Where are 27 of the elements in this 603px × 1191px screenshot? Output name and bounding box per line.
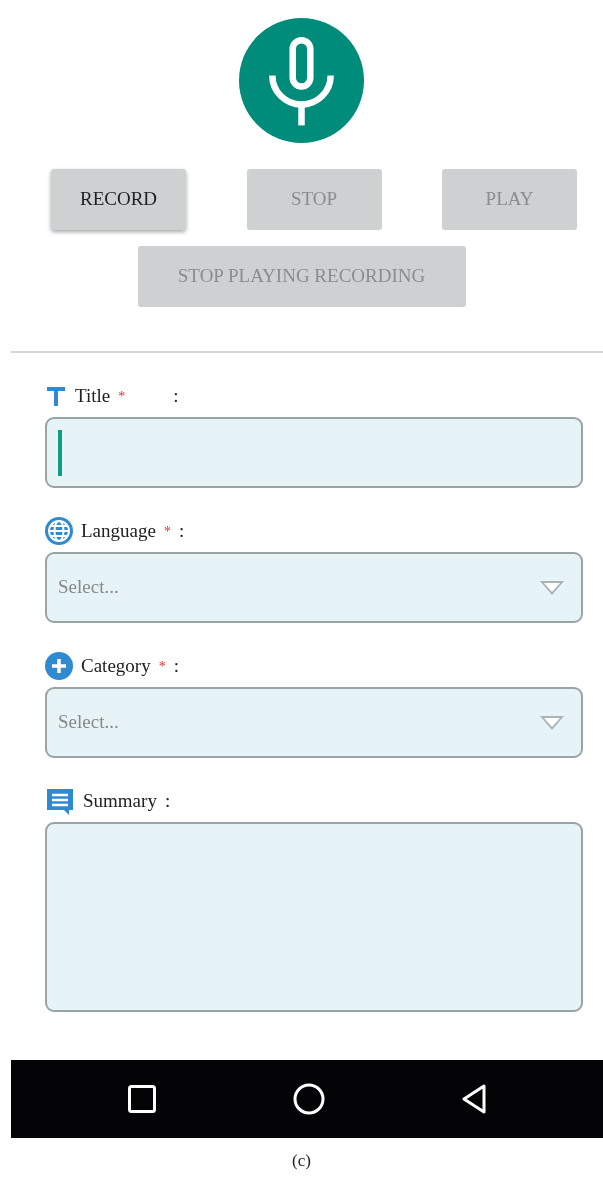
figure-caption: (c): [291, 1150, 312, 1172]
dropdown-arrow-icon: [539, 714, 565, 731]
plus-icon: [45, 652, 73, 680]
recent-apps-icon[interactable]: [126, 1084, 157, 1114]
globe-icon: [45, 517, 73, 545]
text-icon: [45, 385, 67, 407]
dropdown-field[interactable]: Select...: [45, 687, 583, 758]
back-icon[interactable]: [461, 1084, 488, 1114]
home-icon[interactable]: [292, 1082, 326, 1116]
dropdown-arrow-icon: [539, 579, 565, 596]
field-label: Summary: [83, 788, 157, 813]
label-colon: :: [178, 518, 185, 543]
required-mark: *: [158, 657, 166, 676]
dropdown-field[interactable]: Select...: [45, 552, 583, 623]
label-colon: :: [173, 383, 179, 408]
field-label: Title: [75, 383, 111, 408]
label-colon: :: [164, 788, 171, 813]
input-field[interactable]: [45, 417, 583, 488]
field-label: Language: [81, 518, 156, 543]
placeholder: Select...: [58, 710, 119, 735]
field-label: Category: [81, 653, 151, 678]
placeholder: Select...: [58, 575, 119, 600]
comment-icon: [45, 786, 75, 816]
action-button[interactable]: RECORD: [51, 169, 186, 230]
label-colon: :: [173, 653, 179, 678]
required-mark: *: [118, 387, 126, 406]
required-mark: *: [163, 522, 171, 541]
